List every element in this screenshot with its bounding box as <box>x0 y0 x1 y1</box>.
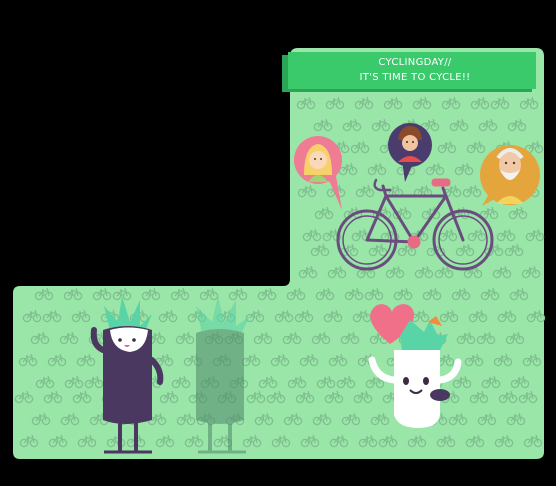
banner-title: CYCLINGDAY// IT'S TIME TO CYCLE!! <box>300 55 530 85</box>
banner-title-line2: IT'S TIME TO CYCLE!! <box>359 72 471 83</box>
banner-title-line1: CYCLINGDAY// <box>378 57 452 68</box>
